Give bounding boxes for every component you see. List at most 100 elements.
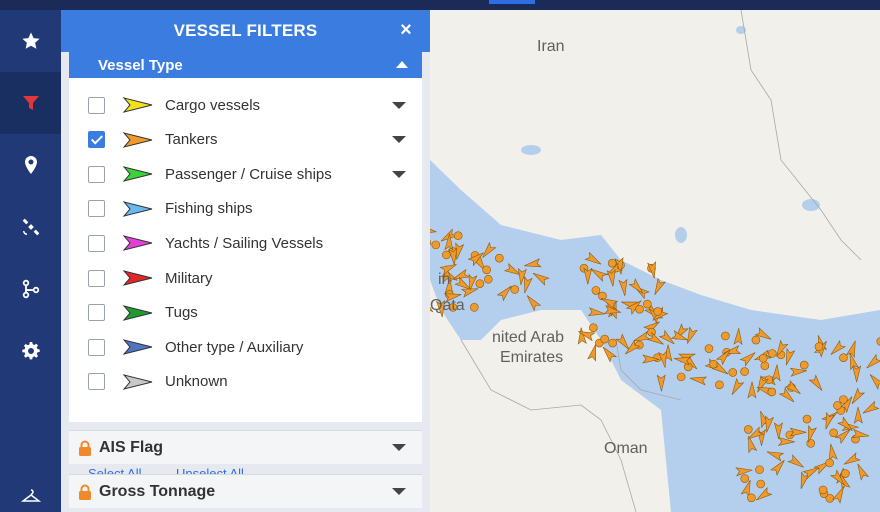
vessel-marker[interactable] [756,479,766,489]
vessel-type-row[interactable]: Passenger / Cruise ships [69,159,422,189]
vessel-marker[interactable] [431,240,441,250]
vessel-type-label: Other type / Auxiliary [165,338,304,356]
vessel-type-row[interactable]: Other type / Auxiliary [69,332,422,362]
vessel-marker[interactable] [589,323,598,332]
vessel-marker[interactable] [799,360,809,370]
vessel-marker[interactable] [833,401,842,410]
vessel-marker[interactable] [635,304,644,314]
accordion-label: Gross Tonnage [99,482,216,500]
vessel-type-row[interactable]: Tugs [69,298,422,328]
vessel-marker[interactable] [453,231,463,241]
gross-tonnage-accordion[interactable]: Gross Tonnage [69,474,422,508]
chevron-down-icon[interactable] [392,170,406,178]
vessel-marker[interactable] [470,303,479,312]
vessel-marker[interactable] [715,380,724,390]
vessel-type-label: Cargo vessels [165,96,261,114]
vessel-marker[interactable] [607,258,617,268]
vessel-marker[interactable] [767,387,777,397]
accordion-label: AIS Flag [99,438,164,456]
chevron-up-icon[interactable] [396,61,408,68]
vessel-marker[interactable] [825,458,834,468]
gear-icon [21,342,40,360]
vessel-marker[interactable] [591,286,601,295]
vessel-type-checkbox[interactable] [88,338,105,356]
map-label-oman: Oman [604,440,648,457]
vessel-type-checkbox[interactable] [88,234,105,252]
vessel-type-checkbox[interactable] [88,304,105,322]
vessel-marker[interactable] [704,344,714,353]
routes-button[interactable] [0,258,61,320]
vessel-marker[interactable] [767,349,777,358]
vessel-marker[interactable] [760,361,770,371]
vessel-marker[interactable] [721,331,730,341]
vessel-marker[interactable] [839,353,848,362]
star-icon [21,32,40,49]
filters-button[interactable] [0,72,61,134]
vessel-type-checkbox[interactable] [88,269,105,287]
vessel-marker[interactable] [483,274,493,284]
vessel-marker[interactable] [643,299,652,309]
vessel-marker[interactable] [814,342,824,351]
hanger-icon [20,489,41,502]
vessel-type-label: Yachts / Sailing Vessels [165,234,324,252]
satellite-icon [22,218,39,236]
vessel-marker[interactable] [744,425,753,434]
vessel-marker[interactable] [475,279,485,288]
vessel-arrow-icon [122,270,153,286]
vessel-marker[interactable] [740,474,750,483]
map-pin-icon [24,156,37,174]
vessel-arrow-icon [122,235,153,252]
vessel-type-section-header[interactable]: Vessel Type [69,52,422,78]
chevron-down-icon[interactable] [392,101,406,109]
close-icon[interactable]: × [398,20,414,40]
vessel-type-row[interactable]: Yachts / Sailing Vessels [69,228,422,258]
vessel-type-checkbox[interactable] [88,200,105,218]
vessel-type-checkbox[interactable] [88,131,105,149]
vessel-marker[interactable] [608,338,617,348]
vessel-marker[interactable] [600,334,609,344]
vessel-marker[interactable] [755,465,764,474]
active-tab-indicator [489,0,535,4]
vessel-type-row[interactable]: Unknown [69,367,422,397]
top-bar [0,0,880,10]
vessel-marker[interactable] [740,367,749,376]
vessel-type-checkbox[interactable] [88,96,105,114]
vessel-marker[interactable] [802,414,812,424]
hanger-button[interactable] [0,482,61,512]
vessel-marker[interactable] [839,395,848,404]
map-label-uae-line1: nited Arab [492,329,565,346]
vessel-type-row[interactable]: Military [69,263,422,293]
vessel-marker[interactable] [806,439,816,448]
vessel-marker[interactable] [653,307,663,316]
vessel-arrow-icon [122,166,153,183]
ais-flag-accordion[interactable]: AIS Flag [69,430,422,464]
vessel-marker[interactable] [829,428,838,438]
vessel-marker[interactable] [676,372,686,382]
vessel-type-row[interactable]: Tankers [69,125,422,155]
vessel-marker[interactable] [482,265,491,275]
vessel-marker[interactable] [510,285,520,294]
chevron-down-icon[interactable] [392,136,406,144]
vessel-type-checkbox[interactable] [88,373,105,391]
settings-button[interactable] [0,320,61,382]
vessel-marker[interactable] [751,335,761,345]
lock-icon [79,484,91,500]
vessel-marker[interactable] [818,485,828,495]
vessel-marker[interactable] [442,250,451,260]
vessel-type-row[interactable]: Cargo vessels [69,90,422,120]
lock-icon [79,440,91,456]
vessel-type-label: Fishing ships [165,200,253,218]
vessel-type-row[interactable]: Fishing ships [69,194,422,224]
vessel-marker[interactable] [495,253,504,263]
vessel-type-checkbox[interactable] [88,165,105,183]
chevron-down-icon[interactable] [392,444,406,451]
places-button[interactable] [0,134,61,196]
vessel-arrow-icon [122,304,153,321]
vessel-marker[interactable] [747,493,756,503]
panel-header: VESSEL FILTERS × [61,10,430,52]
vessel-marker[interactable] [728,368,738,377]
satellite-button[interactable] [0,196,61,258]
favorites-button[interactable] [0,10,61,72]
vessel-marker[interactable] [758,353,768,363]
chevron-down-icon[interactable] [392,488,406,495]
